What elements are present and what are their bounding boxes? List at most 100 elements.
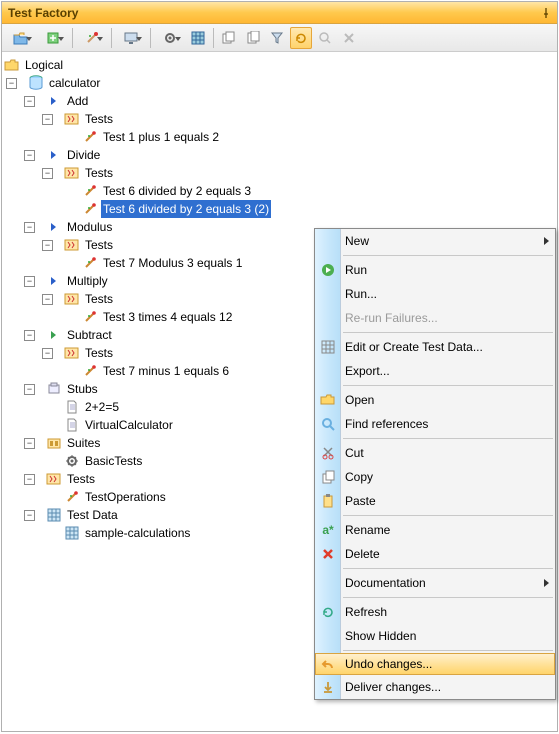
tree-item-label[interactable]: Add <box>65 92 90 110</box>
menu-item[interactable]: Documentation <box>315 571 555 595</box>
menu-item[interactable]: Run... <box>315 282 555 306</box>
menu-item[interactable]: New <box>315 229 555 253</box>
tree-toggle[interactable]: − <box>24 330 35 341</box>
tree-item-label[interactable]: Tests <box>83 236 115 254</box>
tree-item-label[interactable]: Tests <box>65 470 97 488</box>
titlebar: Test Factory <box>2 2 557 24</box>
tree-item-label[interactable]: Test Data <box>65 506 120 524</box>
tree-toggle[interactable]: − <box>6 78 17 89</box>
toolbar-search-button[interactable] <box>314 27 336 49</box>
toolbar-new-button[interactable] <box>38 27 68 49</box>
tree-item-label[interactable]: VirtualCalculator <box>83 416 175 434</box>
chev-green-icon <box>46 327 62 343</box>
menu-item-label: Cut <box>345 446 364 460</box>
tree-row[interactable]: − Divide <box>4 146 555 164</box>
tree-item-label[interactable]: sample-calculations <box>83 524 192 542</box>
toolbar-copy-multi-button[interactable] <box>218 27 240 49</box>
tree-toggle[interactable]: − <box>24 222 35 233</box>
tree-toggle[interactable]: − <box>24 150 35 161</box>
tree-item-label[interactable]: Test 6 divided by 2 equals 3 (2) <box>101 200 271 218</box>
toolbar-open-button[interactable] <box>6 27 36 49</box>
toolbar-monitor-button[interactable] <box>116 27 146 49</box>
toolbar-gear-button[interactable] <box>155 27 185 49</box>
chev-blue-icon <box>46 93 62 109</box>
menu-item[interactable]: Deliver changes... <box>315 675 555 699</box>
menu-item[interactable]: Cut <box>315 441 555 465</box>
tree-item-label[interactable]: Tests <box>83 290 115 308</box>
tree-item-label[interactable]: TestOperations <box>83 488 168 506</box>
tree-item-label[interactable]: Test 6 divided by 2 equals 3 <box>101 182 253 200</box>
toolbar-grid-button[interactable] <box>187 27 209 49</box>
tree-toggle[interactable]: − <box>42 294 53 305</box>
menu-item[interactable]: a*Rename <box>315 518 555 542</box>
tree-toggle-none <box>60 312 71 323</box>
grid-icon <box>64 525 80 541</box>
tree-item-label[interactable]: Test 7 minus 1 equals 6 <box>101 362 231 380</box>
tree-item-label[interactable]: Suites <box>65 434 102 452</box>
tree-item-label[interactable]: Tests <box>83 110 115 128</box>
tree-row[interactable]: Test 1 plus 1 equals 2 <box>4 128 555 146</box>
menu-separator <box>343 515 553 516</box>
menu-separator <box>343 438 553 439</box>
tree-item-label[interactable]: Test 3 times 4 equals 12 <box>101 308 234 326</box>
tree-row[interactable]: − calculator <box>4 74 555 92</box>
tree-row[interactable]: − Add <box>4 92 555 110</box>
tree-toggle[interactable]: − <box>42 114 53 125</box>
toolbar-wand-button[interactable] <box>77 27 107 49</box>
delete-red-icon <box>319 545 337 563</box>
tree-toggle-none <box>42 492 53 503</box>
tree-toggle[interactable]: − <box>24 384 35 395</box>
undo-icon <box>319 656 337 674</box>
toolbar-close-button[interactable] <box>338 27 360 49</box>
menu-item[interactable]: Edit or Create Test Data... <box>315 335 555 359</box>
tree-item-label[interactable]: Stubs <box>65 380 100 398</box>
menu-item[interactable]: Undo changes... <box>315 653 555 675</box>
tree-item-label[interactable]: Modulus <box>65 218 114 236</box>
toolbar-sync-button[interactable] <box>290 27 312 49</box>
menu-item[interactable]: Find references <box>315 412 555 436</box>
tree-toggle[interactable]: − <box>42 168 53 179</box>
tree-item-label[interactable]: Test 7 Modulus 3 equals 1 <box>101 254 244 272</box>
pin-icon[interactable] <box>541 8 551 18</box>
tests-icon <box>64 237 80 253</box>
menu-item[interactable]: Copy <box>315 465 555 489</box>
test-factory-panel: Test Factory Logical−calculator−Add−Test… <box>1 1 558 732</box>
tree-toggle[interactable]: − <box>24 510 35 521</box>
menu-item[interactable]: Delete <box>315 542 555 566</box>
tree-item-label[interactable]: Subtract <box>65 326 114 344</box>
tree-toggle[interactable]: − <box>24 438 35 449</box>
play-green-icon <box>319 261 337 279</box>
menu-item-label: Rename <box>345 523 390 537</box>
toolbar-copy-button[interactable] <box>242 27 264 49</box>
tree-toggle[interactable]: − <box>24 276 35 287</box>
menu-item[interactable]: Paste <box>315 489 555 513</box>
tree-row[interactable]: Test 6 divided by 2 equals 3 <box>4 182 555 200</box>
tree-root-label[interactable]: Logical <box>23 56 65 74</box>
menu-item-label: Show Hidden <box>345 629 416 643</box>
tree-toggle[interactable]: − <box>42 240 53 251</box>
folder-open-icon <box>4 57 20 73</box>
tree-toggle[interactable]: − <box>42 348 53 359</box>
tree-item-label[interactable]: Test 1 plus 1 equals 2 <box>101 128 221 146</box>
tree-item-label[interactable]: calculator <box>47 74 102 92</box>
tree-item-label[interactable]: Divide <box>65 146 102 164</box>
menu-item[interactable]: Refresh <box>315 600 555 624</box>
menu-item[interactable]: Show Hidden <box>315 624 555 648</box>
tree-row[interactable]: Test 6 divided by 2 equals 3 (2) <box>4 200 555 218</box>
tree-item-label[interactable]: Tests <box>83 344 115 362</box>
menu-item[interactable]: Export... <box>315 359 555 383</box>
tree-item-label[interactable]: Multiply <box>65 272 110 290</box>
menu-item-label: Paste <box>345 494 376 508</box>
menu-separator <box>343 650 553 651</box>
tree-toggle[interactable]: − <box>24 474 35 485</box>
tree-item-label[interactable]: Tests <box>83 164 115 182</box>
tree-item-label[interactable]: 2+2=5 <box>83 398 121 416</box>
tree-toggle-none <box>60 132 71 143</box>
tree-toggle[interactable]: − <box>24 96 35 107</box>
tree-item-label[interactable]: BasicTests <box>83 452 144 470</box>
tree-row[interactable]: − Tests <box>4 164 555 182</box>
toolbar-filter-button[interactable] <box>266 27 288 49</box>
tree-row[interactable]: − Tests <box>4 110 555 128</box>
menu-item[interactable]: Run <box>315 258 555 282</box>
menu-item[interactable]: Open <box>315 388 555 412</box>
